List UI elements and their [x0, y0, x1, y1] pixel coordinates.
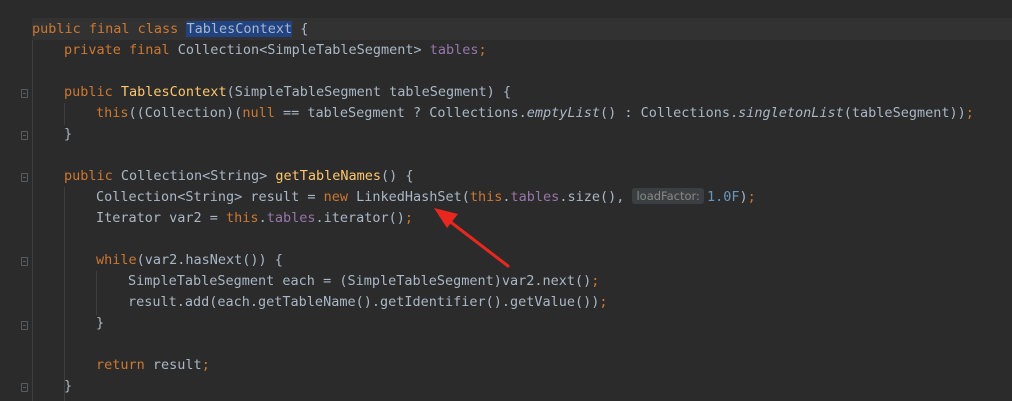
red-arrow-annotation [434, 208, 510, 268]
arrow-shaft [446, 218, 510, 268]
